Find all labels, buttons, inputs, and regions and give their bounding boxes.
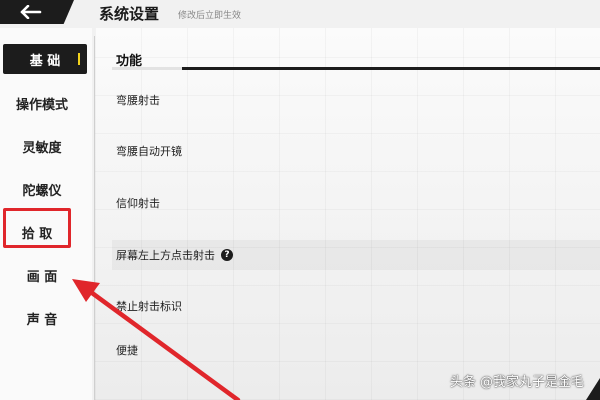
setting-label: 禁止射击标识 (116, 300, 182, 313)
page-subtitle: 修改后立即生效 (178, 11, 242, 21)
annotation-highlight-box (3, 208, 71, 248)
setting-row-faith-fire[interactable]: 信仰射击 (112, 188, 600, 218)
setting-label: 弯腰自动开镜 (116, 145, 182, 158)
section-divider (112, 67, 600, 70)
sidebar-item-basic[interactable]: 基 础 (3, 44, 87, 74)
setting-label: 信仰射击 (116, 197, 160, 210)
page-title: 系统设置 (99, 5, 160, 23)
setting-row-crouch-fire[interactable]: 弯腰射击 (112, 85, 600, 115)
help-icon[interactable]: ? (221, 249, 233, 261)
setting-row-disable-fire-indicator[interactable]: 禁止射击标识 (112, 291, 600, 321)
watermark: 头条 @我家丸子是金毛 (449, 375, 584, 390)
sidebar-item-sensitivity[interactable]: 灵敏度 (0, 137, 84, 156)
active-indicator (78, 53, 80, 65)
setting-row-convenience[interactable]: 便捷 (112, 337, 600, 363)
sidebar-item-gyroscope[interactable]: 陀螺仪 (0, 180, 84, 199)
sidebar-divider (94, 36, 95, 400)
setting-label: 弯腰射击 (116, 94, 160, 107)
sidebar-item-display[interactable]: 画 面 (0, 266, 84, 285)
setting-label: 便捷 (116, 344, 138, 357)
setting-row-top-left-tap-fire[interactable]: 屏幕左上方点击射击 ? (112, 240, 600, 270)
setting-label: 屏幕左上方点击射击 (116, 249, 215, 262)
back-button[interactable] (0, 0, 74, 24)
back-arrow-icon (20, 5, 42, 19)
setting-row-crouch-auto-scope[interactable]: 弯腰自动开镜 (112, 136, 600, 166)
sidebar-item-sound[interactable]: 声 音 (0, 309, 84, 328)
sidebar-item-label: 基 础 (29, 53, 61, 69)
sidebar-item-control-mode[interactable]: 操作模式 (0, 94, 84, 113)
